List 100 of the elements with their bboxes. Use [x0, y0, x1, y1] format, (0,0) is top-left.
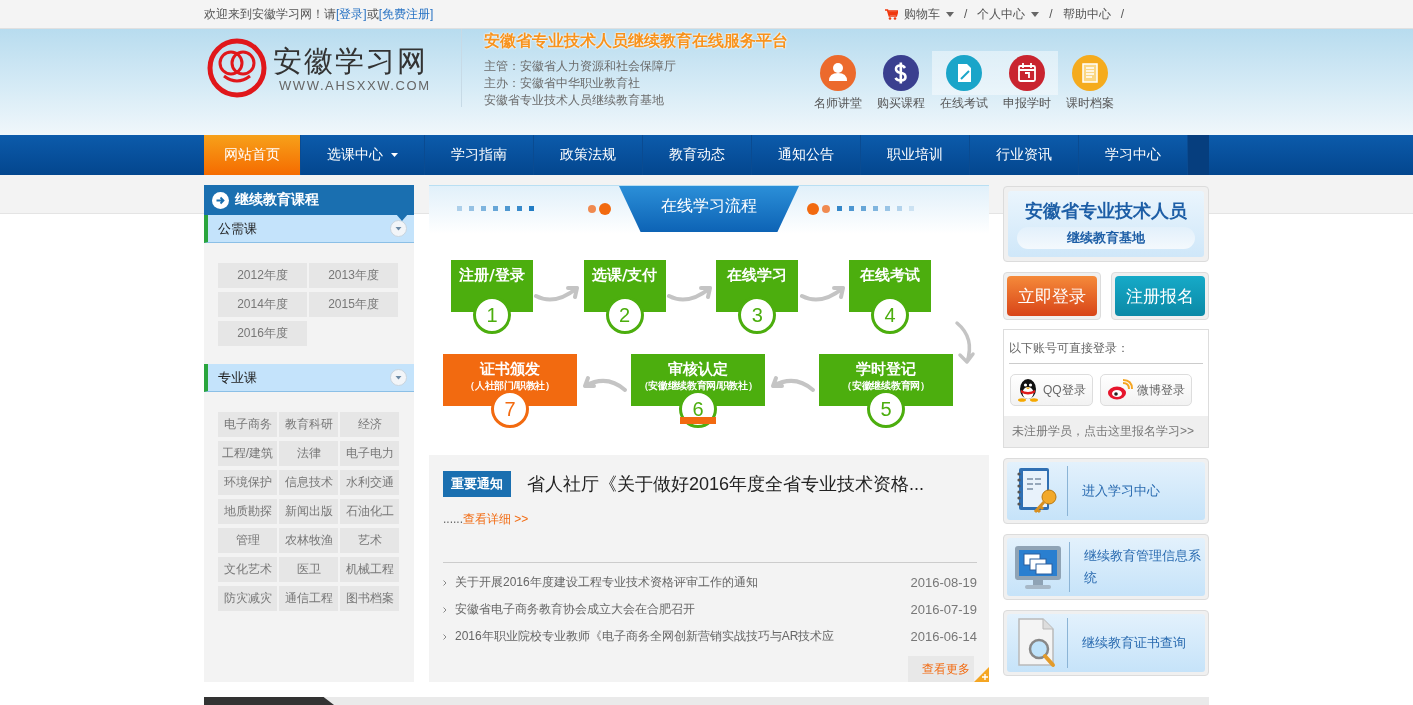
- notice-badge: 重要通知: [443, 471, 511, 497]
- service-tile[interactable]: 继续教育管理信息系统: [1007, 538, 1205, 596]
- flow-title: 在线学习流程: [619, 186, 799, 232]
- weibo-icon: [1106, 379, 1133, 401]
- nav-tab[interactable]: 职业培训: [861, 135, 970, 175]
- nav-tab[interactable]: 政策法规: [534, 135, 643, 175]
- course-category[interactable]: 艺术: [340, 528, 399, 553]
- course-category[interactable]: 图书档案: [340, 586, 399, 611]
- separator: /: [1120, 7, 1124, 21]
- course-category[interactable]: 管理: [218, 528, 277, 553]
- nav-tab[interactable]: 通知公告: [752, 135, 861, 175]
- chevron-icon: [390, 369, 407, 386]
- base-title: 安徽省专业技术人员: [1025, 200, 1187, 223]
- nav-tab[interactable]: 行业资讯: [970, 135, 1079, 175]
- news-link[interactable]: 安徽省电子商务教育协会成立大会在合肥召开: [455, 601, 903, 618]
- organizer-text: 主办：安徽省中华职业教育社: [483, 75, 641, 92]
- news-date: 2016-07-19: [910, 602, 977, 617]
- flow-step: 在线考试 4: [848, 260, 931, 334]
- cart-icon: [884, 8, 898, 20]
- course-category[interactable]: 电子商务: [218, 412, 277, 437]
- notice-headline[interactable]: 省人社厅《关于做好2016年度全省专业技术资格...: [527, 472, 925, 496]
- course-category[interactable]: 2013年度: [309, 263, 398, 288]
- action-button[interactable]: 立即登录: [1007, 276, 1097, 316]
- social-login-button[interactable]: 微博登录: [1099, 374, 1192, 406]
- bullet-icon: [443, 633, 447, 640]
- quick-link[interactable]: 购买课程: [869, 51, 932, 113]
- signup-link[interactable]: 未注册学员，点击这里报名学习>>: [1004, 416, 1208, 447]
- nav-tab[interactable]: 学习指南: [425, 135, 534, 175]
- course-category[interactable]: 通信工程: [279, 586, 338, 611]
- dollar-icon: [882, 55, 919, 91]
- flow-step: 证书颁发 （人社部门/职教社） 7: [443, 354, 577, 428]
- course-category[interactable]: 新闻出版: [279, 499, 338, 524]
- course-category[interactable]: 地质勘探: [218, 499, 277, 524]
- bullet-icon: [443, 579, 447, 586]
- chevron-icon: [390, 220, 407, 237]
- course-category[interactable]: 防灾减灾: [218, 586, 277, 611]
- course-category[interactable]: 信息技术: [279, 470, 338, 495]
- file-icon: [1071, 55, 1108, 91]
- course-category[interactable]: 工程/建筑: [218, 441, 277, 466]
- news-date: 2016-08-19: [910, 575, 977, 590]
- organizer-text: 安徽省专业技术人员继续教育基地: [483, 92, 665, 109]
- nav-tab[interactable]: 选课中心: [301, 135, 425, 175]
- more-button[interactable]: 查看更多: [908, 656, 974, 682]
- course-category[interactable]: 电子电力: [340, 441, 399, 466]
- platform-title: 安徽省专业技术人员继续教育在线服务平台: [483, 31, 788, 51]
- separator: /: [963, 7, 968, 21]
- organizer-text: 主管：安徽省人力资源和社会保障厅: [483, 58, 677, 75]
- quick-link[interactable]: 课时档案: [1058, 51, 1121, 113]
- flow-step: 选课/支付 2: [583, 260, 666, 334]
- social-heading: 以下账号可直接登录：: [1009, 340, 1203, 364]
- section-header[interactable]: 专业课: [204, 364, 414, 392]
- logo-url: WWW.AHSXXW.COM: [278, 77, 431, 93]
- course-category[interactable]: 2014年度: [218, 292, 307, 317]
- person-icon: [819, 55, 856, 91]
- details-link[interactable]: 查看详细 >>: [463, 512, 529, 526]
- course-category[interactable]: 农林牧渔: [279, 528, 338, 553]
- flow-step: 在线学习 3: [716, 260, 799, 334]
- service-tile[interactable]: 进入学习中心: [1007, 462, 1205, 520]
- top-menu-item[interactable]: 个人中心: [977, 5, 1040, 23]
- panel-title: 继续教育课程: [235, 191, 319, 209]
- separator: /: [1049, 7, 1053, 21]
- course-category[interactable]: 机械工程: [340, 557, 399, 582]
- nav-tab[interactable]: 网站首页: [204, 135, 301, 175]
- register-link[interactable]: [免费注册]: [378, 6, 434, 21]
- course-category[interactable]: 医卫: [279, 557, 338, 582]
- top-menu-item[interactable]: 购物车: [884, 5, 954, 23]
- flow-step: 注册/登录 1: [451, 260, 533, 334]
- ellipsis-text: ......: [443, 512, 463, 526]
- course-category[interactable]: 2016年度: [218, 321, 307, 346]
- social-login-button[interactable]: QQ登录: [1010, 374, 1093, 406]
- login-link[interactable]: [登录]: [336, 6, 367, 21]
- arrow-circle-icon: [212, 191, 229, 209]
- course-category[interactable]: 教育科研: [279, 412, 338, 437]
- top-menu-item[interactable]: 帮助中心: [1062, 5, 1111, 23]
- service-tile[interactable]: 继续教育证书查询: [1007, 614, 1205, 672]
- course-category[interactable]: 2012年度: [218, 263, 307, 288]
- action-button[interactable]: 注册报名: [1115, 276, 1205, 316]
- flow-step: 审核认定 （安徽继续教育网/职教社） 6: [631, 354, 765, 428]
- course-category[interactable]: 文化艺术: [218, 557, 277, 582]
- course-category[interactable]: 2015年度: [309, 292, 398, 317]
- course-category[interactable]: 石油化工: [340, 499, 399, 524]
- penguin-icon: [1017, 378, 1039, 402]
- course-category[interactable]: 经济: [340, 412, 399, 437]
- flow-step: 学时登记 （安徽继续教育网） 5: [819, 354, 953, 428]
- course-category[interactable]: 法律: [279, 441, 338, 466]
- bullet-icon: [443, 606, 447, 613]
- course-category[interactable]: 水利交通: [340, 470, 399, 495]
- welcome-text: 欢迎来到安徽学习网！请[登录]或[免费注册]: [204, 5, 434, 23]
- news-date: 2016-06-14: [910, 629, 977, 644]
- news-link[interactable]: 关于开展2016年度建设工程专业技术资格评审工作的通知: [455, 574, 903, 591]
- section-header[interactable]: 公需课: [204, 215, 414, 243]
- quick-link[interactable]: 名师讲堂: [806, 51, 869, 113]
- nav-tab[interactable]: 学习中心: [1079, 135, 1188, 175]
- course-category[interactable]: 环境保护: [218, 470, 277, 495]
- news-link[interactable]: 2016年职业院校专业教师《电子商务全网创新营销实战技巧与AR技术应: [455, 628, 903, 645]
- logo-icon: [207, 38, 267, 98]
- calendar-icon: [1008, 55, 1045, 91]
- nav-tab[interactable]: 教育动态: [643, 135, 752, 175]
- base-subtitle: 继续教育基地: [1017, 227, 1195, 249]
- logo-name: 安徽学习网: [273, 43, 429, 78]
